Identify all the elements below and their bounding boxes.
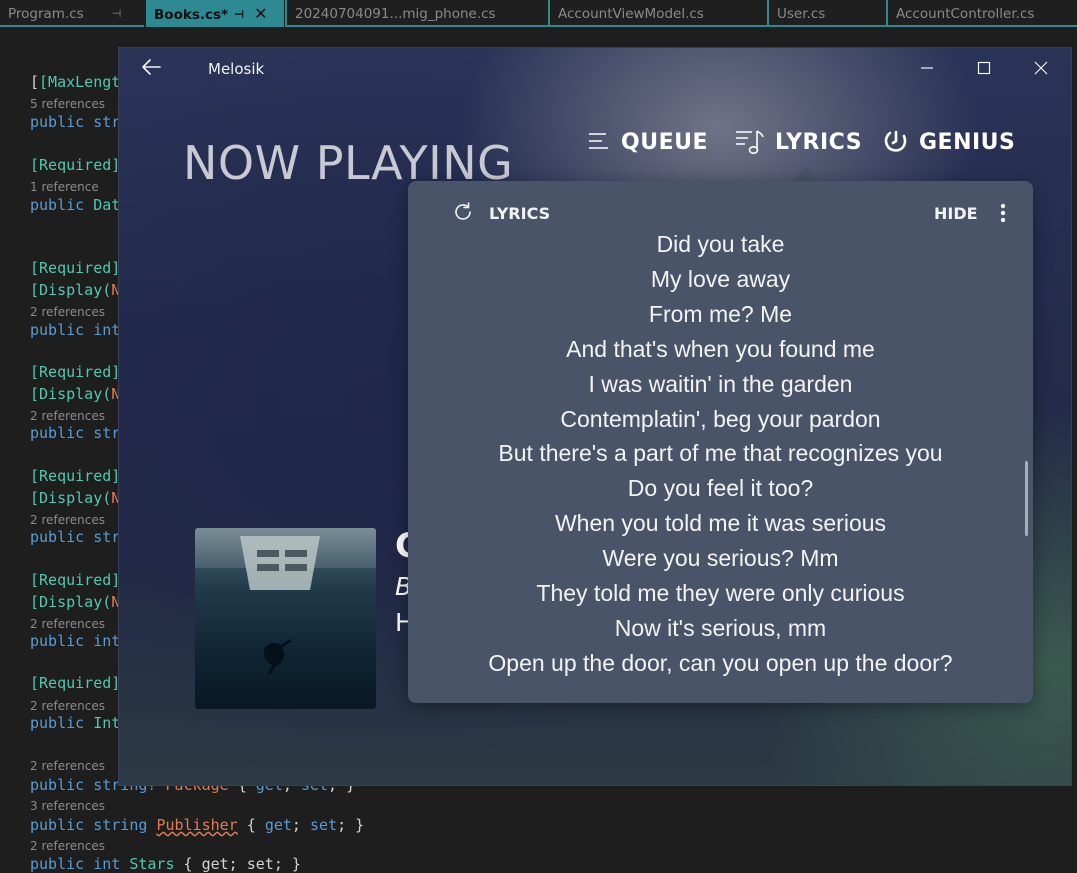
code-lens-references[interactable]: 5 references <box>30 95 105 113</box>
code-line: [Required] <box>30 674 121 692</box>
code-line: public str <box>30 424 121 442</box>
code-lens-references[interactable]: 1 reference <box>30 178 99 196</box>
code-line: public string Publisher { get; set; } <box>30 816 365 834</box>
queue-label: QUEUE <box>621 129 708 155</box>
code-line: [Display(N <box>30 385 121 403</box>
code-line: [Required] <box>30 363 121 381</box>
lyrics-label: LYRICS <box>775 129 863 155</box>
lyrics-icon <box>736 130 764 154</box>
code-line: [Display(N <box>30 281 121 299</box>
lyrics-panel-title: LYRICS <box>489 204 551 223</box>
code-line: public Int <box>30 714 121 732</box>
maximize-icon[interactable] <box>969 56 999 80</box>
lyric-line: My love away <box>650 266 791 292</box>
lyric-line: When you told me it was serious <box>554 510 887 536</box>
code-line: [Required] <box>30 259 121 277</box>
lyric-line: Open up the door, can you open up the do… <box>488 650 953 676</box>
tab-user-cs[interactable]: User.cs <box>767 0 886 27</box>
tab-accountcontroller-cs[interactable]: AccountController.cs <box>886 0 1077 27</box>
lyrics-scrollbar[interactable] <box>1025 461 1028 536</box>
code-line: [[MaxLength <box>30 73 130 91</box>
lyric-line: Contemplatin', beg your pardon <box>560 406 881 432</box>
genius-button[interactable]: GENIUS <box>883 126 1015 158</box>
tab-label: User.cs <box>777 6 826 22</box>
tab-label: 20240704091...mig_phone.cs <box>295 6 496 22</box>
code-lens-references[interactable]: 2 references <box>30 757 105 775</box>
code-lens-references[interactable]: 3 references <box>30 797 105 815</box>
code-lens-references[interactable]: 2 references <box>30 407 105 425</box>
tab-label: Books.cs* <box>154 7 229 23</box>
lyrics-flyout: LYRICS HIDE Did you take My love away Fr… <box>408 181 1033 703</box>
album-cover-image <box>195 528 376 675</box>
code-lens-references[interactable]: 2 references <box>30 837 105 855</box>
lyric-line: Now it's serious, mm <box>614 615 827 641</box>
code-line: [Required] <box>30 467 121 485</box>
lyric-line: From me? Me <box>648 301 793 327</box>
code-line: public int Stars { get; set; } <box>30 855 301 873</box>
melosik-window: Melosik NOW PLAYING QUEUE LYRICS GENIUS <box>119 48 1071 785</box>
code-lens-references[interactable]: 2 references <box>30 511 105 529</box>
flyout-pointer <box>792 167 820 182</box>
album-art[interactable] <box>195 528 376 709</box>
code-lens-references[interactable]: 2 references <box>30 697 105 715</box>
code-lens-references[interactable]: 2 references <box>30 303 105 321</box>
lyric-line: But there's a part of me that recognizes… <box>498 440 943 466</box>
queue-icon <box>589 133 608 149</box>
close-icon[interactable] <box>1026 56 1056 80</box>
lyric-line: I was waitin' in the garden <box>588 371 853 397</box>
code-line: public str <box>30 528 121 546</box>
minimize-icon[interactable] <box>912 56 942 80</box>
code-line: [Required] <box>30 156 121 174</box>
lyric-line: Were you serious? Mm <box>602 545 839 571</box>
lyric-line: They told me they were only curious <box>536 580 905 606</box>
more-options-icon[interactable] <box>998 202 1008 224</box>
lyric-line: And that's when you found me <box>566 336 875 362</box>
tab-books-cs[interactable]: Books.cs* ⊣ ✕ <box>146 0 284 27</box>
close-tab-icon[interactable]: ✕ <box>254 4 267 23</box>
genius-label: GENIUS <box>919 129 1016 155</box>
code-line: [Required] <box>30 571 121 589</box>
pin-icon[interactable]: ⊣ <box>112 7 122 20</box>
tab-migration-cs[interactable]: 20240704091...mig_phone.cs <box>285 0 549 27</box>
code-line: public int <box>30 321 121 339</box>
code-line: public Dat <box>30 196 121 214</box>
hide-button[interactable]: HIDE <box>934 204 978 223</box>
tab-label: AccountViewModel.cs <box>558 6 704 22</box>
code-line: public str <box>30 113 121 131</box>
app-title: Melosik <box>208 60 265 78</box>
code-lens-references[interactable]: 2 references <box>30 615 105 633</box>
tab-accountviewmodel-cs[interactable]: AccountViewModel.cs <box>548 0 768 27</box>
genius-logo-icon <box>884 130 907 152</box>
lyrics-text[interactable]: Did you take My love away From me? Me An… <box>408 230 1033 695</box>
tab-label: AccountController.cs <box>896 6 1035 22</box>
back-arrow-icon[interactable] <box>140 54 162 80</box>
code-line: [Display(N <box>30 593 121 611</box>
lyric-line: Did you take <box>656 231 785 257</box>
editor-tab-strip: Program.cs ⊣ Books.cs* ⊣ ✕ 20240704091...mi… <box>0 0 1077 29</box>
tab-label: Program.cs <box>8 6 84 22</box>
code-line: [Display(N <box>30 489 121 507</box>
tab-program-cs[interactable]: Program.cs ⊣ <box>0 0 144 27</box>
queue-button[interactable]: QUEUE <box>587 126 708 158</box>
lyric-line: Do you feel it too? <box>627 475 814 501</box>
code-line: public int <box>30 632 121 650</box>
pin-icon[interactable]: ⊣ <box>234 8 244 21</box>
lyrics-button[interactable]: LYRICS <box>735 126 862 158</box>
refresh-icon[interactable] <box>452 201 474 223</box>
